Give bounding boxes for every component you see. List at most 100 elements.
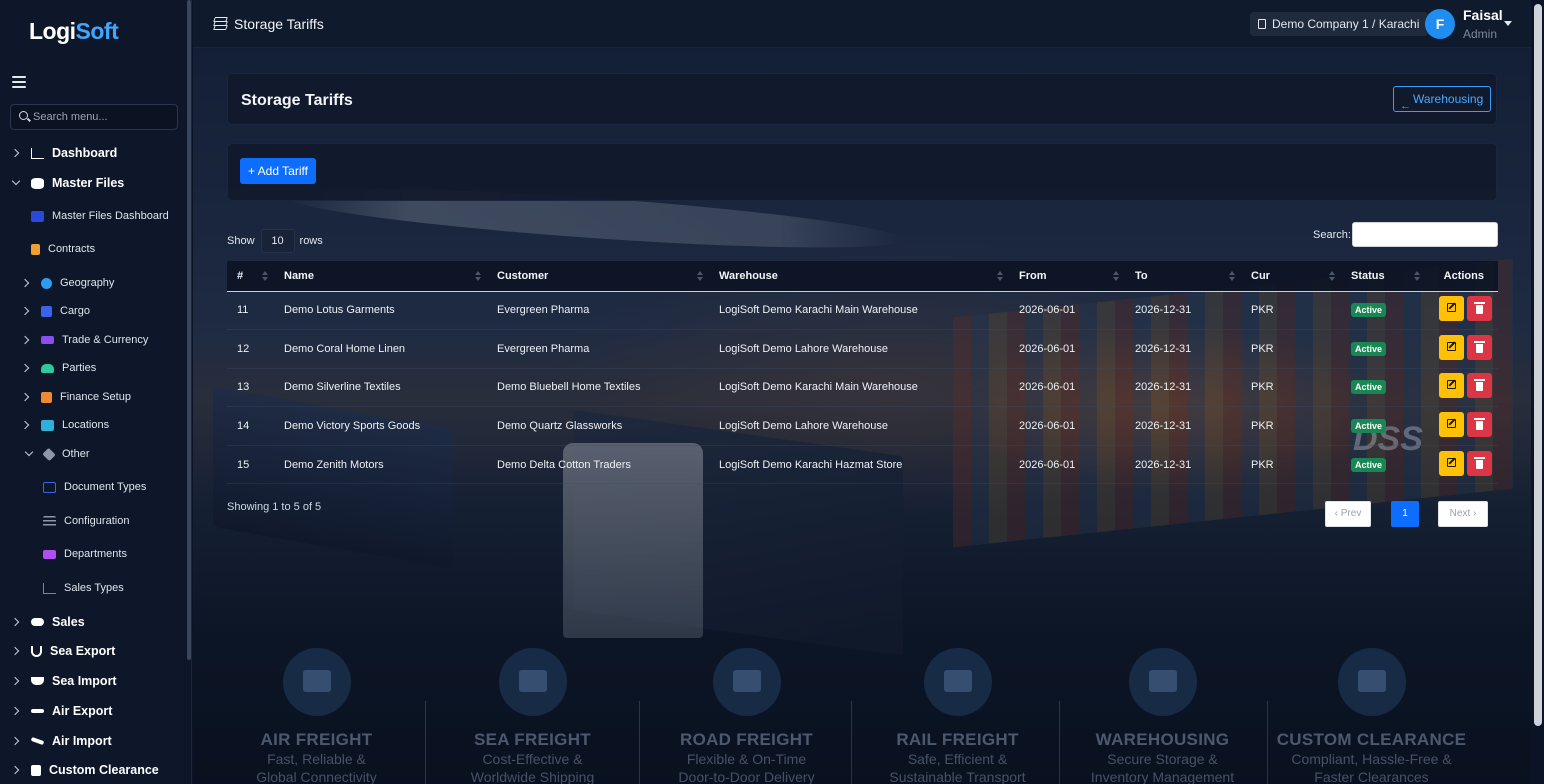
edit-icon <box>1447 341 1456 351</box>
sidebar-item-air-import[interactable]: Air Import <box>12 730 112 752</box>
service-air-freight: AIR FREIGHT Fast, Reliable & Global Conn… <box>211 648 422 784</box>
edit-button[interactable] <box>1439 334 1464 360</box>
col-status[interactable]: Status <box>1341 261 1426 292</box>
company-selector[interactable]: Demo Company 1 / Karachi <box>1250 12 1429 36</box>
sidebar-scrollbar[interactable] <box>187 0 191 660</box>
delete-button[interactable] <box>1467 412 1492 438</box>
sidebar-item-sales[interactable]: Sales <box>12 611 85 633</box>
sort-icon <box>1414 271 1420 281</box>
edit-button[interactable] <box>1439 296 1464 322</box>
col-warehouse[interactable]: Warehouse <box>709 261 1009 292</box>
edit-button[interactable] <box>1439 373 1464 399</box>
coins-icon <box>41 391 52 403</box>
clipboard-check-icon <box>1337 648 1406 716</box>
contract-icon <box>31 243 40 255</box>
top-header: Storage Tariffs Demo Company 1 / Karachi… <box>193 0 1531 48</box>
prev-page-button[interactable]: ‹ Prev <box>1325 501 1371 527</box>
sidebar-item-air-export[interactable]: Air Export <box>12 700 112 722</box>
arrow-left-icon: ← <box>1400 100 1411 112</box>
table-row: 12 Demo Coral Home Linen Evergreen Pharm… <box>227 329 1498 369</box>
status-badge: Active <box>1351 341 1387 356</box>
delete-button[interactable] <box>1467 296 1492 322</box>
col-name[interactable]: Name <box>274 261 487 292</box>
sidebar-item-document-types[interactable]: Document Types <box>32 476 146 498</box>
sidebar-item-custom-clearance[interactable]: Custom Clearance <box>12 759 159 781</box>
chevron-right-icon <box>12 707 20 715</box>
dashboard-icon <box>31 210 44 222</box>
page-scrollbar[interactable] <box>1534 4 1542 726</box>
chart-line-icon <box>31 147 44 159</box>
back-warehousing-button[interactable]: ← Warehousing <box>1393 86 1492 112</box>
col-customer[interactable]: Customer <box>487 261 709 292</box>
sort-icon <box>997 271 1003 281</box>
col-id[interactable]: # <box>227 261 274 292</box>
table-row: 13 Demo Silverline Textiles Demo Bluebel… <box>227 368 1498 408</box>
database-icon <box>31 177 44 189</box>
sidebar-search-input[interactable] <box>33 105 173 129</box>
sidebar-item-contracts[interactable]: Contracts <box>20 238 95 260</box>
sidebar-item-cargo[interactable]: Cargo <box>22 300 90 322</box>
header-title: Storage Tariffs <box>234 16 324 32</box>
table-row: 15 Demo Zenith Motors Demo Delta Cotton … <box>227 445 1498 485</box>
sidebar-item-geography[interactable]: Geography <box>22 272 114 294</box>
sort-icon <box>1229 271 1235 281</box>
sidebar-item-finance-setup[interactable]: Finance Setup <box>22 386 131 408</box>
sidebar-search[interactable] <box>10 104 178 130</box>
search-icon <box>19 111 28 120</box>
sidebar-item-master-files[interactable]: Master Files <box>12 172 124 194</box>
menu-toggle-icon[interactable] <box>12 76 26 88</box>
table-info: Showing 1 to 5 of 5 <box>227 501 322 513</box>
trash-icon <box>1474 456 1485 469</box>
chevron-right-icon <box>12 737 20 745</box>
layers-icon <box>213 17 228 30</box>
col-currency[interactable]: Cur <box>1241 261 1341 292</box>
status-badge: Active <box>1351 419 1387 434</box>
chevron-right-icon <box>12 766 20 774</box>
table-header-row: # Name Customer Warehouse From To Cur St… <box>227 261 1498 292</box>
rows-select[interactable]: 10 <box>260 229 295 253</box>
table-search-input[interactable] <box>1352 222 1498 247</box>
sidebar-item-dashboard[interactable]: Dashboard <box>12 142 117 164</box>
chevron-right-icon <box>12 149 20 157</box>
sidebar-item-other[interactable]: Other <box>25 443 90 465</box>
user-name[interactable]: Faisal <box>1463 7 1503 23</box>
service-road-freight: ROAD FREIGHT Flexible & On-Time Door-to-… <box>641 648 852 784</box>
sidebar-item-trade-currency[interactable]: Trade & Currency <box>22 329 148 351</box>
delete-button[interactable] <box>1467 373 1492 399</box>
building-icon <box>1258 19 1266 29</box>
id-card-icon <box>43 481 56 493</box>
sidebar-item-master-files-dashboard[interactable]: Master Files Dashboard <box>20 205 169 227</box>
avatar[interactable]: F <box>1425 9 1455 39</box>
col-to[interactable]: To <box>1125 261 1241 292</box>
sidebar-item-sea-export[interactable]: Sea Export <box>12 640 115 662</box>
rows-length-control: Show 10 rows <box>227 229 323 253</box>
sidebar-item-sea-import[interactable]: Sea Import <box>12 670 117 692</box>
sidebar-item-configuration[interactable]: Configuration <box>32 510 129 532</box>
actions-card: + Add Tariff <box>227 143 1497 201</box>
table-row: 11 Demo Lotus Garments Evergreen Pharma … <box>227 291 1498 331</box>
page-title: Storage Tariffs <box>241 92 353 109</box>
chevron-down-icon[interactable] <box>1504 21 1512 26</box>
delete-button[interactable] <box>1467 450 1492 476</box>
sitemap-icon <box>43 549 56 559</box>
edit-icon <box>1447 419 1456 429</box>
logo[interactable]: LogiSoft <box>29 18 119 45</box>
sidebar-item-parties[interactable]: Parties <box>22 357 96 379</box>
edit-button[interactable] <box>1439 450 1464 476</box>
delete-button[interactable] <box>1467 334 1492 360</box>
sidebar-item-locations[interactable]: Locations <box>22 414 109 436</box>
sidebar-item-sales-types[interactable]: Sales Types <box>32 577 124 599</box>
edit-icon <box>1447 380 1456 390</box>
col-from[interactable]: From <box>1009 261 1125 292</box>
sidebar-item-departments[interactable]: Departments <box>32 543 127 565</box>
status-badge: Active <box>1351 457 1387 472</box>
add-tariff-button[interactable]: + Add Tariff <box>240 158 316 184</box>
chart-icon <box>43 582 56 594</box>
edit-button[interactable] <box>1439 412 1464 438</box>
sort-icon <box>475 271 481 281</box>
service-rail-freight: RAIL FREIGHT Safe, Efficient & Sustainab… <box>852 648 1063 784</box>
page-1-button[interactable]: 1 <box>1391 501 1419 527</box>
next-page-button[interactable]: Next › <box>1438 501 1488 527</box>
chevron-right-icon <box>12 677 20 685</box>
table-row: 14 Demo Victory Sports Goods Demo Quartz… <box>227 406 1498 446</box>
